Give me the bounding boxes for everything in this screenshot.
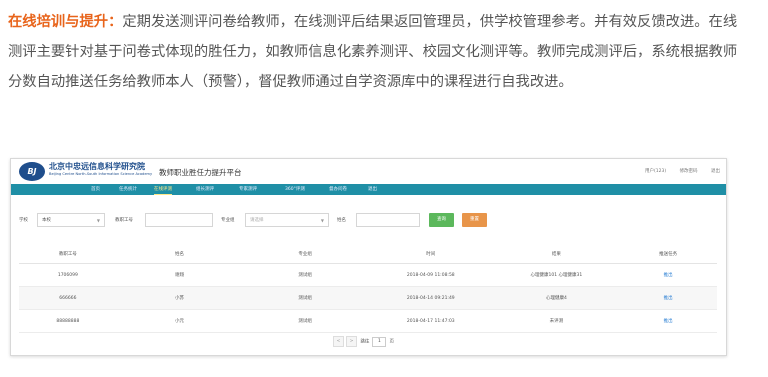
teacher-id-input[interactable] <box>145 213 213 227</box>
page-suffix: 页 <box>389 339 394 345</box>
cell-time: 2018-04-17 11:47:03 <box>367 309 494 333</box>
push-task-link[interactable]: 推出 <box>619 309 717 333</box>
table-row: 666666 小苏 测试组 2018-04-14 09:21:49 心理健康4 … <box>19 286 717 310</box>
results-table: 教职工号 姓名 专业组 时间 结果 推送任务 1706099 谢翔 测试组 20… <box>19 245 717 333</box>
pagination: < > 跳往 1 页 <box>333 336 394 347</box>
cell-name: 小元 <box>116 309 243 333</box>
logout-link[interactable]: 退出 <box>711 169 720 174</box>
cell-time: 2018-04-14 09:21:49 <box>367 286 494 310</box>
nav-item-exit[interactable]: 退出 <box>368 184 377 195</box>
user-name[interactable]: 用户(123) <box>645 169 666 174</box>
intro-highlight: 在线培训与提升： <box>8 14 123 30</box>
nav-item-expert-eval[interactable]: 专家测评 <box>239 184 257 195</box>
table-header-row: 教职工号 姓名 专业组 时间 结果 推送任务 <box>19 245 717 264</box>
intro-paragraph: 在线培训与提升：定期发送测评问卷给教师，在线测评后结果返回管理员，供学校管理参考… <box>8 7 748 97</box>
cell-group: 测试组 <box>242 263 368 287</box>
table-row: 1706099 谢翔 测试组 2018-04-09 11:08:58 心理健康1… <box>19 263 717 287</box>
nav-item-leader-eval[interactable]: 组长测评 <box>196 184 214 195</box>
push-task-link[interactable]: 推出 <box>619 263 717 287</box>
nav-item-home[interactable]: 首页 <box>91 184 100 195</box>
institute-name-en: Beijing Centre North-South Information S… <box>49 172 153 176</box>
col-result: 结果 <box>493 245 620 264</box>
col-group: 专业组 <box>242 245 368 264</box>
chevron-down-icon: ▼ <box>96 218 100 223</box>
table-row: 88888888 小元 测试组 2018-04-17 11:47:03 未评测 … <box>19 309 717 333</box>
col-time: 时间 <box>367 245 494 264</box>
cell-result: 心理健康4 <box>493 286 620 310</box>
user-area: 用户(123) 修改密码 退出 <box>633 168 720 174</box>
name-input[interactable] <box>356 213 420 227</box>
institute-name: 北京中忠远信息科学研究院 <box>49 161 145 171</box>
name-label: 姓名 <box>337 218 346 223</box>
app-header: BJ 北京中忠远信息科学研究院 Beijing Centre North-Sou… <box>11 159 726 184</box>
institute-logo-icon: BJ <box>19 162 45 181</box>
cell-group: 测试组 <box>242 286 368 310</box>
prev-page-button[interactable]: < <box>333 336 344 347</box>
school-label: 学校 <box>19 218 28 223</box>
cell-teacher-id: 666666 <box>19 286 117 310</box>
main-nav: 首页 任务统计 在线评测 组长测评 专家测评 360°评测 督办问卷 退出 <box>11 184 726 195</box>
cell-result: 心理健康101 心理健康31 <box>493 263 620 287</box>
cell-time: 2018-04-09 11:08:58 <box>367 263 494 287</box>
col-push-task: 推送任务 <box>619 245 717 264</box>
filter-bar: 学校 本校 ▼ 教职工号 专业组 请选择 ▼ 姓名 查询 重置 <box>11 213 726 229</box>
school-select[interactable]: 本校 ▼ <box>37 213 105 227</box>
nav-item-supervise[interactable]: 督办问卷 <box>329 184 347 195</box>
platform-title: 教师职业胜任力提升平台 <box>159 168 242 177</box>
cell-name: 小苏 <box>116 286 243 310</box>
cell-teacher-id: 1706099 <box>19 263 117 287</box>
go-to-label: 跳往 <box>360 339 370 345</box>
app-screenshot: BJ 北京中忠远信息科学研究院 Beijing Centre North-Sou… <box>10 158 727 356</box>
push-task-link[interactable]: 推出 <box>619 286 717 310</box>
cell-name: 谢翔 <box>116 263 243 287</box>
chevron-down-icon: ▼ <box>320 218 324 223</box>
col-name: 姓名 <box>116 245 243 264</box>
change-password-link[interactable]: 修改密码 <box>680 169 698 174</box>
teacher-id-label: 教职工号 <box>115 218 133 223</box>
group-select[interactable]: 请选择 ▼ <box>245 213 329 227</box>
cell-group: 测试组 <box>242 309 368 333</box>
col-teacher-id: 教职工号 <box>19 245 117 264</box>
cell-result: 未评测 <box>493 309 620 333</box>
nav-item-360-eval[interactable]: 360°评测 <box>285 184 305 195</box>
reset-button[interactable]: 重置 <box>462 213 487 227</box>
group-placeholder: 请选择 <box>250 218 264 223</box>
next-page-button[interactable]: > <box>346 336 357 347</box>
group-label: 专业组 <box>221 218 235 223</box>
nav-item-online-eval[interactable]: 在线评测 <box>154 184 172 195</box>
query-button[interactable]: 查询 <box>429 213 454 227</box>
school-value: 本校 <box>42 218 51 223</box>
nav-item-task-stats[interactable]: 任务统计 <box>119 184 137 195</box>
page-input[interactable]: 1 <box>372 336 387 347</box>
cell-teacher-id: 88888888 <box>19 309 117 333</box>
